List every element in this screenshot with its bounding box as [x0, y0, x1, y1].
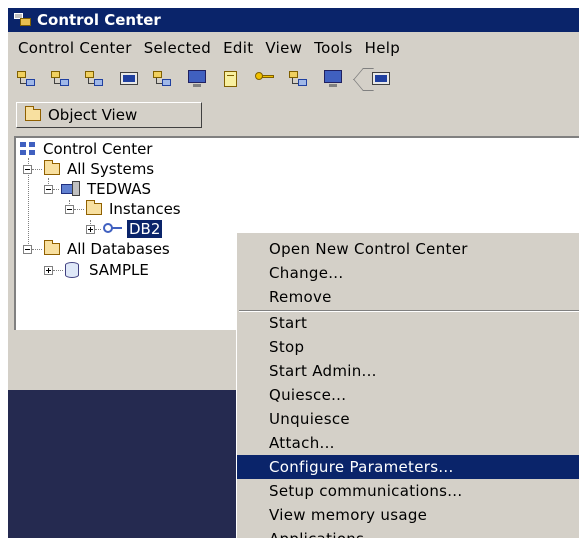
workspace-background: [8, 338, 236, 538]
collapse-icon[interactable]: [65, 204, 74, 214]
menu-bar: Control Center Selected Edit View Tools …: [8, 36, 579, 60]
menu-item-stop[interactable]: Stop: [237, 335, 579, 359]
tree-node-control-center[interactable]: Control Center: [20, 139, 152, 159]
tree-node-sample[interactable]: SAMPLE: [44, 260, 149, 280]
tree-label-all-systems: All Systems: [67, 160, 155, 178]
command-center-icon[interactable]: [118, 69, 140, 89]
folder-icon: [86, 200, 102, 215]
tree-label-db2: DB2: [127, 220, 163, 238]
replication-icon[interactable]: [152, 69, 174, 89]
object-view-tab[interactable]: Object View: [16, 102, 202, 128]
tree-label-tedwas: TEDWAS: [87, 180, 151, 198]
tree-node-db2-instance[interactable]: DB2: [86, 219, 163, 239]
folder-icon: [44, 240, 60, 255]
display-icon[interactable]: [322, 69, 344, 89]
separator-icon: [356, 68, 362, 90]
control-center-window: Control Center Control Center Selected E…: [7, 8, 579, 538]
menu-item-open-new-control-center[interactable]: Open New Control Center: [237, 237, 579, 261]
network-icon[interactable]: [50, 69, 72, 89]
control-center-node-icon: [20, 142, 36, 156]
menu-item-applications[interactable]: Applications: [237, 527, 579, 538]
key-icon[interactable]: [254, 69, 276, 89]
menu-item-remove[interactable]: Remove: [237, 285, 579, 309]
menu-item-setup-communications[interactable]: Setup communications...: [237, 479, 579, 503]
object-view-label: Object View: [48, 106, 138, 124]
menu-tools[interactable]: Tools: [314, 39, 352, 57]
connections-icon[interactable]: [288, 69, 310, 89]
menu-item-change[interactable]: Change...: [237, 261, 579, 285]
menu-item-configure-parameters[interactable]: Configure Parameters...: [237, 455, 579, 479]
context-menu: Open New Control Center Change... Remove…: [236, 232, 579, 538]
toolbar: [8, 64, 579, 94]
menu-view[interactable]: View: [265, 39, 302, 57]
tree-node-tedwas[interactable]: TEDWAS: [44, 179, 151, 199]
tree-label-control-center: Control Center: [43, 140, 153, 158]
menu-item-start[interactable]: Start: [237, 311, 579, 335]
menu-item-unquiesce[interactable]: Unquiesce: [237, 407, 579, 431]
object-tree-icon[interactable]: [84, 69, 106, 89]
tree-node-all-systems[interactable]: All Systems: [23, 159, 154, 179]
folder-icon: [25, 106, 41, 121]
control-center-app-icon: [14, 13, 32, 27]
menu-item-view-memory-usage[interactable]: View memory usage: [237, 503, 579, 527]
system-icon: [61, 181, 81, 197]
collapse-icon[interactable]: [44, 184, 53, 194]
window-title: Control Center: [37, 11, 161, 29]
menu-edit[interactable]: Edit: [223, 39, 253, 57]
menu-item-attach[interactable]: Attach...: [237, 431, 579, 455]
collapse-icon[interactable]: [23, 244, 32, 254]
tree-label-sample: SAMPLE: [89, 261, 149, 279]
menu-control-center[interactable]: Control Center: [18, 39, 132, 57]
database-icon: [65, 262, 79, 278]
menu-selected[interactable]: Selected: [144, 39, 211, 57]
notes-icon[interactable]: [220, 69, 242, 89]
menu-item-quiesce[interactable]: Quiesce...: [237, 383, 579, 407]
tree-label-instances: Instances: [109, 200, 181, 218]
title-bar[interactable]: Control Center: [8, 8, 579, 32]
system-tree-icon[interactable]: [16, 69, 38, 89]
command-icon[interactable]: [370, 69, 392, 89]
menu-help[interactable]: Help: [365, 39, 400, 57]
collapse-icon[interactable]: [23, 164, 32, 174]
expand-icon[interactable]: [44, 265, 53, 275]
tree-node-instances[interactable]: Instances: [65, 199, 181, 219]
menu-item-start-admin[interactable]: Start Admin...: [237, 359, 579, 383]
tree-node-all-databases[interactable]: All Databases: [23, 239, 170, 259]
folder-icon: [44, 160, 60, 175]
expand-icon[interactable]: [86, 224, 95, 234]
instance-icon: [103, 222, 123, 236]
tree-label-all-databases: All Databases: [67, 240, 170, 258]
monitor-window-icon[interactable]: [186, 69, 208, 89]
